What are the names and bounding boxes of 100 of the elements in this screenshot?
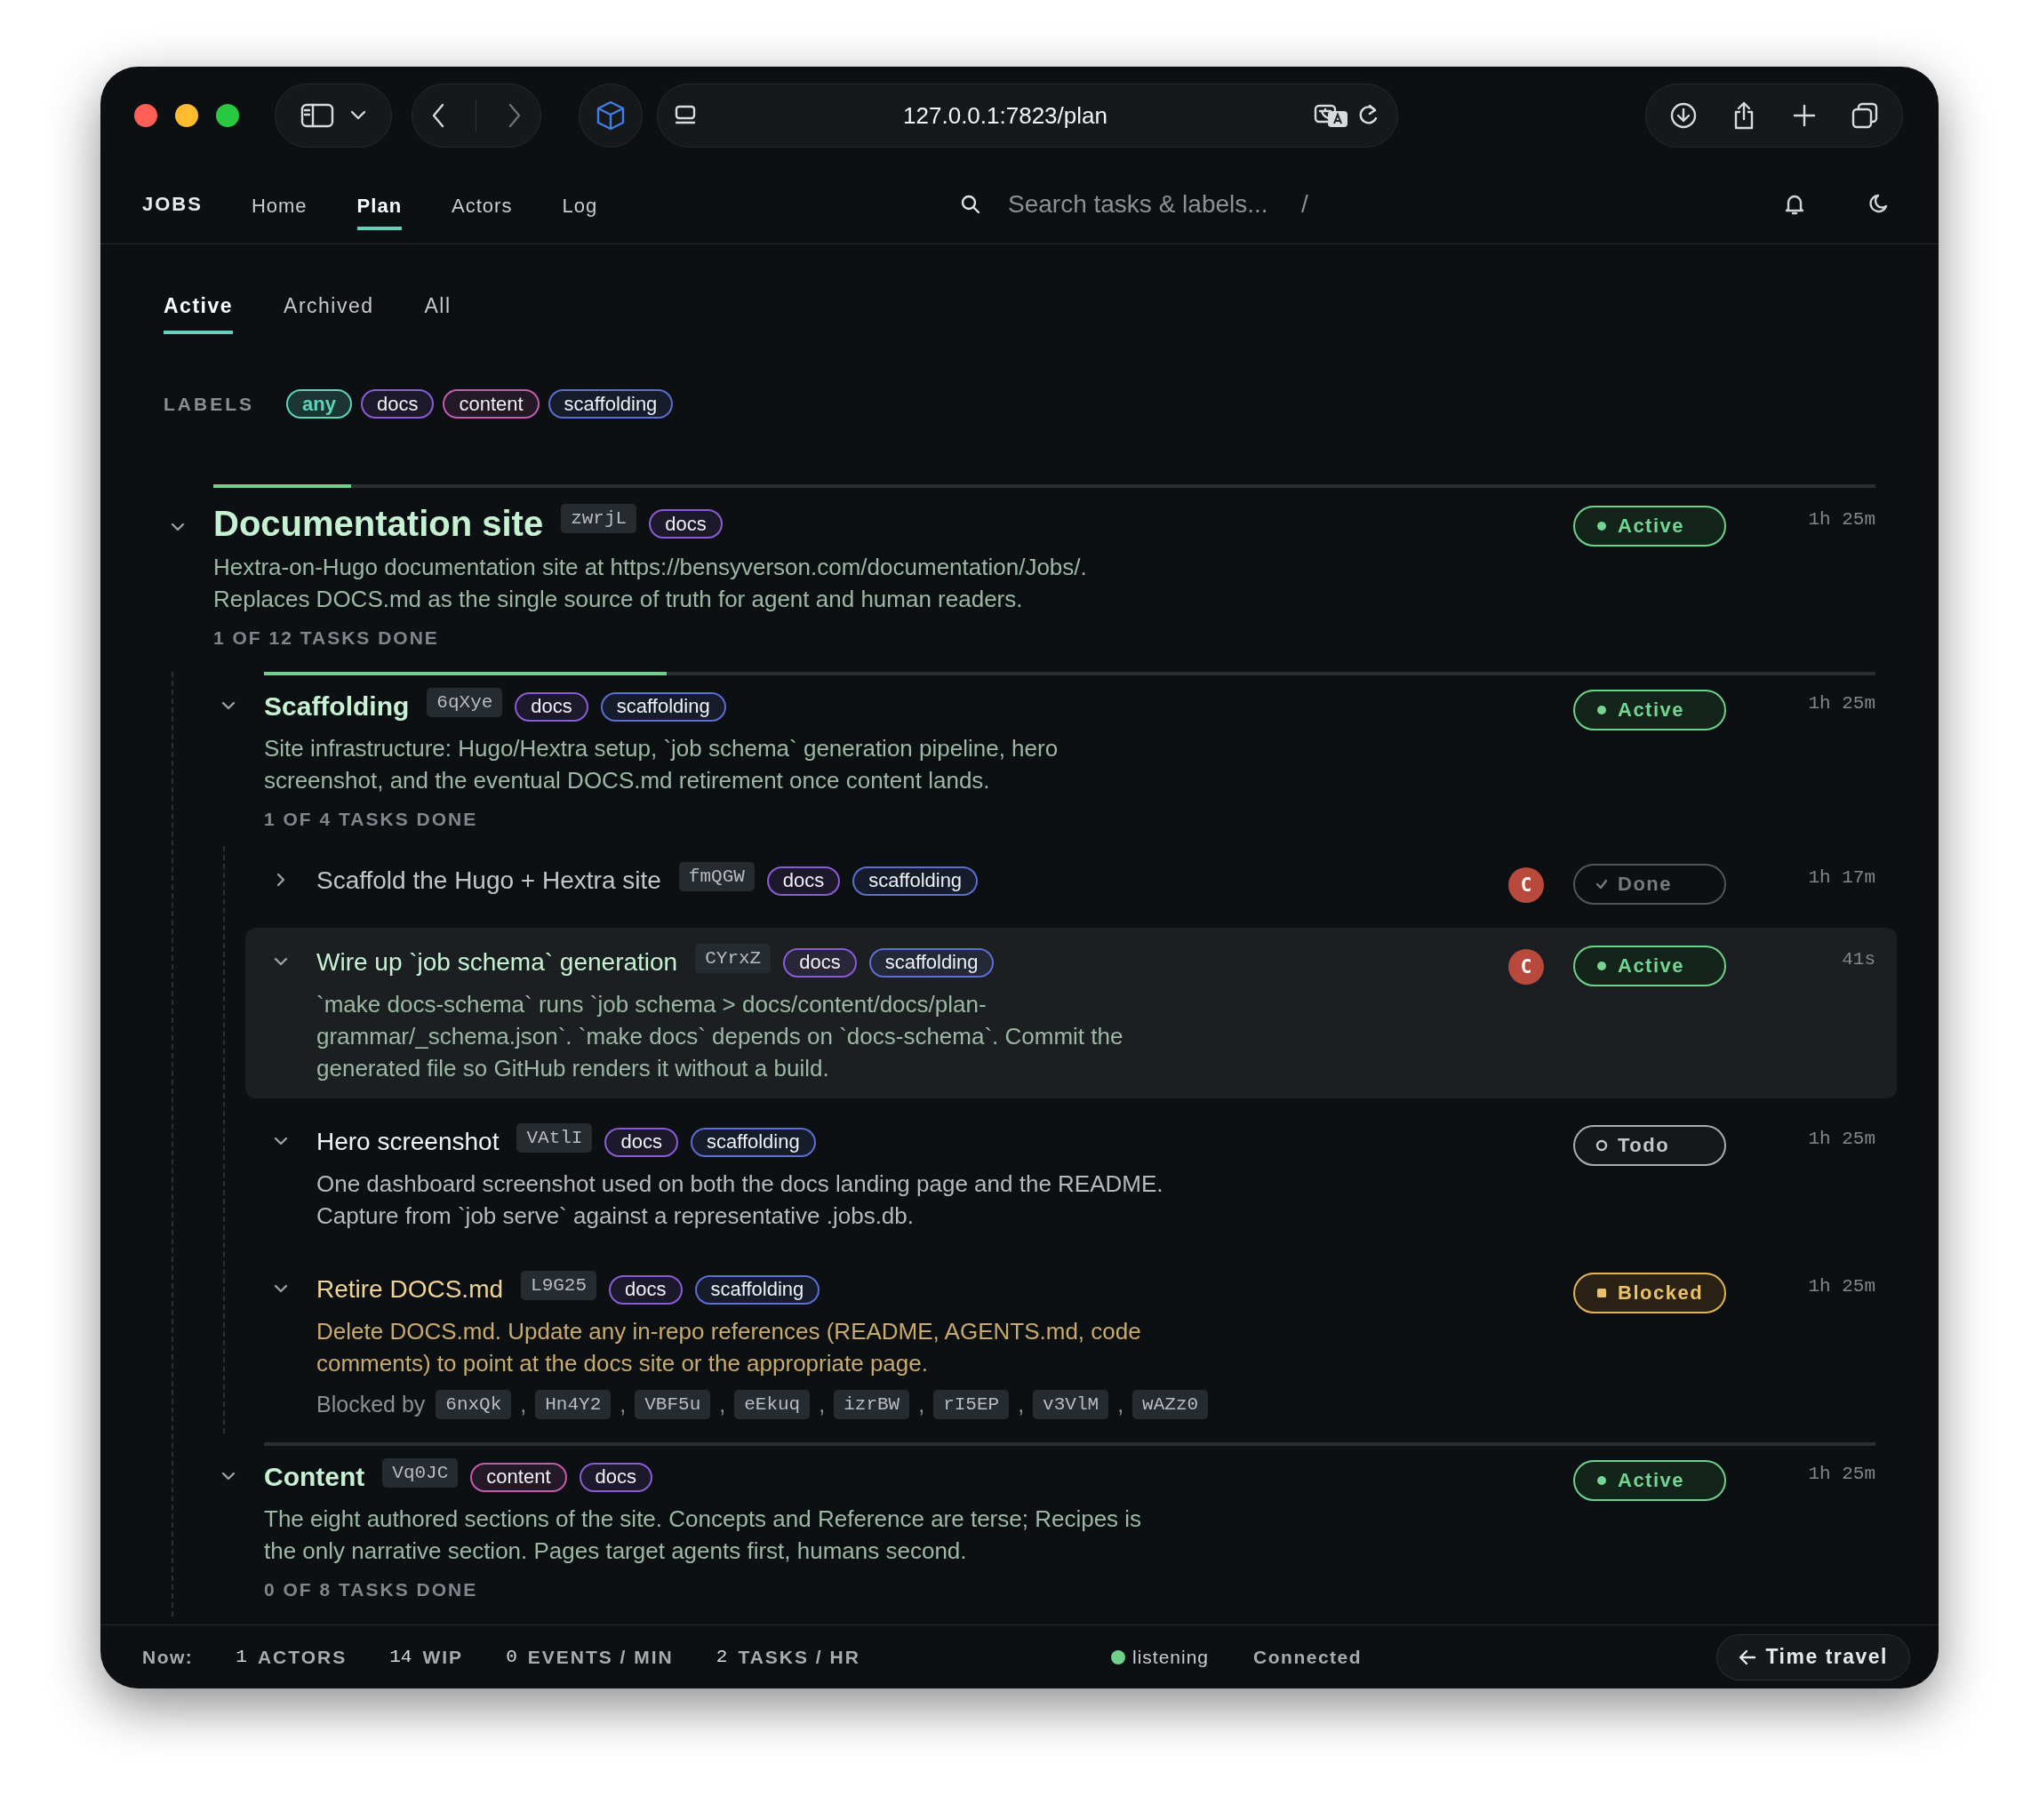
chevron-right-icon [507,103,522,128]
blocker-id-link[interactable]: eEkuq [734,1390,811,1419]
status-badge: Done [1573,864,1726,905]
blocker-id-link[interactable]: rI5EP [933,1390,1010,1419]
description-text: The eight authored sections of the site. Concepts and Reference are terse; Recipes is the only narrative section. Pages target agents first, humans second. [264,1505,1143,1566]
dot-icon [1595,959,1609,973]
window-control-icon[interactable] [134,104,157,127]
dot-icon [1595,519,1609,533]
stat-value: 2 [716,1646,728,1668]
separator-text: , [819,1392,826,1417]
dot-icon [1595,703,1609,717]
section-title[interactable]: Scaffolding [264,691,410,722]
nav-link[interactable]: Actors [452,185,513,230]
separator-text: , [918,1392,925,1417]
stat-value: 0 [506,1646,517,1668]
task-id: zwrjL [561,504,637,533]
translate-icon [1314,103,1349,128]
description-text: Site infrastructure: Hugo/Hextra setup, `job schema` generation pipeline, hero screenshot, and the eventual DOCS.md retirement once content lands. [264,734,1059,795]
label-tag: docs [515,691,588,722]
nav-link[interactable]: Plan [356,185,403,230]
label-filter-chip[interactable]: scaffolding [548,389,674,419]
label-tag: scaffolding [868,947,995,978]
progress-text: 0 OF 8 TASKS DONE [264,1579,479,1600]
description-text: Hextra-on-Hugo documentation site at https://bensyverson.com/documentation/Jobs/. Replaces DOCS.md as the single source of truth for agent and human readers. [213,553,1088,614]
square-icon [1595,1286,1609,1300]
chevron-left-icon [431,103,446,128]
section-title[interactable]: Content [264,1462,365,1492]
task-title[interactable]: Retire DOCS.md [316,1275,504,1304]
circle-icon [1595,1138,1609,1153]
search-icon [960,193,981,215]
age-text: 1h 17m [1807,866,1875,888]
listening-text: listening [1132,1646,1210,1668]
age-text: 1h 25m [1807,1275,1875,1297]
assignee-avatar: C [1508,949,1544,985]
label-tag: scaffolding [600,691,726,722]
task-id: fmQGW [678,862,755,891]
progress-text: 1 OF 4 TASKS DONE [264,809,479,830]
task-title[interactable]: Wire up `job schema` generation [316,948,678,977]
view-tab[interactable]: Archived [284,282,374,334]
label-tag: docs [579,1462,652,1492]
label-tag: docs [604,1127,678,1157]
separator-text: , [719,1392,726,1417]
blocker-id-link[interactable]: v3VlM [1033,1390,1109,1419]
status-badge: Active [1573,690,1726,730]
window-control-icon[interactable] [216,104,239,127]
age-text: 1h 25m [1807,1463,1875,1484]
section-title[interactable]: Documentation site [213,504,544,544]
separator-text: , [620,1392,627,1417]
blocker-id-link[interactable]: izrBW [834,1390,910,1419]
progress-text: 1 OF 12 TASKS DONE [213,627,440,649]
dot-icon [1595,1473,1609,1488]
window-control-icon[interactable] [175,104,198,127]
task-id: Vq0JC [382,1458,459,1488]
status-badge: Todo [1573,1125,1726,1166]
task-id: L9G25 [521,1271,597,1300]
search-field[interactable]: Search tasks & labels... [1008,186,1292,222]
label-tag: docs [783,947,857,978]
label-filter-chip[interactable]: any [286,389,352,419]
blocker-id-link[interactable]: Hn4Y2 [535,1390,612,1419]
cube-icon [595,100,627,132]
time-travel-button[interactable]: Time travel [1716,1633,1910,1680]
status-badge: Active [1573,1460,1726,1501]
url-text: 127.0.0.1:7823/plan [902,101,1108,130]
task-id: 6qXye [427,688,503,717]
stat-label: TASKS / HR [738,1646,860,1668]
status-badge: Active [1573,946,1726,986]
task-id: CYrxZ [695,944,772,973]
task-id: VAtlI [516,1123,593,1153]
age-text: 41s [1841,948,1875,970]
task-title[interactable]: Scaffold the Hugo + Hextra site [316,866,661,895]
nav-link[interactable]: Log [562,185,598,230]
separator-text: , [1117,1392,1124,1417]
status-badge: Blocked [1573,1273,1726,1313]
address-bar[interactable]: 127.0.0.1:7823/plan [657,84,1398,148]
age-text: 1h 25m [1807,1128,1875,1149]
selected-task-row[interactable] [245,928,1897,1098]
arrow-left-icon [1739,1648,1757,1665]
task-title[interactable]: Hero screenshot [316,1128,500,1156]
view-tab[interactable]: Active [164,282,234,334]
description-text: `make docs-schema` runs `job schema > docs/content/docs/plan-grammar/_schema.json`. `make docs` depends on `docs-schema`. Commit the generated file so GitHub renders it without a build. [316,990,1124,1083]
age-text: 1h 25m [1807,692,1875,714]
label-tag: scaffolding [690,1127,816,1157]
sidebar-icon [300,102,334,129]
blocker-id-link[interactable]: VBF5u [635,1390,711,1419]
label-tag: content [470,1462,567,1492]
connection-status: Connected [1253,1646,1363,1668]
stat-value: 1 [236,1646,247,1668]
label-tag: scaffolding [694,1274,820,1305]
label-filter-chip[interactable]: content [443,389,540,419]
blocker-id-link[interactable]: wAZz0 [1132,1390,1209,1419]
view-tab[interactable]: All [424,282,452,334]
nav-link[interactable]: Home [251,185,308,230]
blocker-id-link[interactable]: 6nxQk [436,1390,512,1419]
stat-label: ACTORS [257,1646,348,1668]
shortcut-hint: / [1301,189,1308,219]
check-icon [1595,877,1609,891]
description-text: Delete DOCS.md. Update any in-repo references (README, AGENTS.md, code comments) to point at the docs site or the appropriate page. [316,1317,1142,1378]
description-text: One dashboard screenshot used on both the docs landing page and the README. Capture from `job serve` against a representative .jobs.db. [316,1169,1164,1231]
label-filter-chip[interactable]: docs [360,389,435,419]
blocked-by-label: Blocked by [316,1392,426,1417]
